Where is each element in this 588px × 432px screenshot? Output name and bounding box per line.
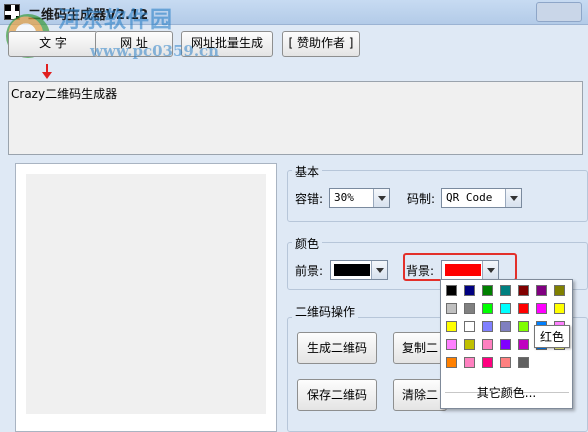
palette-color-cell[interactable]: [518, 321, 529, 332]
annotation-arrow-head: [42, 72, 52, 79]
qr-actions-title: 二维码操作: [292, 303, 359, 320]
clear-qr-button[interactable]: 清除二: [393, 379, 447, 411]
palette-color-cell[interactable]: [482, 339, 493, 350]
tolerance-label: 容错:: [295, 192, 324, 206]
tab-text[interactable]: 文 字: [8, 31, 98, 57]
palette-color-cell[interactable]: [482, 303, 493, 314]
palette-color-cell[interactable]: [482, 357, 493, 368]
palette-color-cell[interactable]: [518, 339, 529, 350]
palette-color-cell[interactable]: [446, 303, 457, 314]
palette-color-cell[interactable]: [518, 285, 529, 296]
code-type-select[interactable]: QR Code: [441, 188, 522, 208]
palette-color-cell[interactable]: [464, 303, 475, 314]
generate-qr-button[interactable]: 生成二维码: [297, 332, 377, 364]
qr-preview-area: [26, 174, 266, 414]
code-type-value: QR Code: [446, 191, 493, 204]
color-tooltip: 红色: [534, 325, 571, 348]
palette-color-cell[interactable]: [464, 339, 475, 350]
palette-color-cell[interactable]: [500, 303, 511, 314]
palette-color-cell[interactable]: [464, 321, 475, 332]
palette-color-cell[interactable]: [482, 321, 493, 332]
save-qr-button[interactable]: 保存二维码: [297, 379, 377, 411]
palette-color-cell[interactable]: [500, 285, 511, 296]
watermark-url: www.pc0359.cn: [90, 42, 220, 60]
chevron-down-icon[interactable]: [371, 261, 387, 279]
close-button[interactable]: [536, 2, 582, 22]
palette-color-cell[interactable]: [518, 303, 529, 314]
foreground-label: 前景:: [295, 264, 324, 278]
tolerance-value: 30%: [334, 191, 354, 204]
palette-color-cell[interactable]: [500, 321, 511, 332]
color-group-title: 颜色: [292, 235, 323, 252]
palette-color-cell[interactable]: [464, 285, 475, 296]
foreground-swatch: [334, 264, 370, 276]
code-type-label: 码制:: [407, 192, 436, 206]
watermark-text: 河东软件园: [58, 7, 174, 33]
palette-color-cell[interactable]: [536, 303, 547, 314]
palette-color-cell[interactable]: [500, 339, 511, 350]
palette-color-cell[interactable]: [446, 339, 457, 350]
annotation-highlight-box: [403, 253, 517, 281]
qr-preview-frame: [15, 163, 277, 432]
palette-color-cell[interactable]: [554, 303, 565, 314]
palette-color-cell[interactable]: [554, 285, 565, 296]
palette-color-cell[interactable]: [446, 357, 457, 368]
content-input[interactable]: Crazy二维码生成器: [8, 81, 583, 155]
chevron-down-icon[interactable]: [505, 189, 521, 207]
palette-color-cell[interactable]: [482, 285, 493, 296]
basic-group-title: 基本: [292, 163, 323, 180]
tolerance-select[interactable]: 30%: [329, 188, 390, 208]
more-colors-option[interactable]: 其它颜色...: [441, 384, 572, 401]
sponsor-button[interactable]: [ 赞助作者 ]: [282, 31, 360, 57]
copy-qr-button[interactable]: 复制二: [393, 332, 447, 364]
chevron-down-icon[interactable]: [373, 189, 389, 207]
palette-color-cell[interactable]: [518, 357, 529, 368]
palette-color-cell[interactable]: [464, 357, 475, 368]
palette-color-cell[interactable]: [446, 321, 457, 332]
foreground-color-picker[interactable]: [330, 260, 388, 280]
palette-color-cell[interactable]: [446, 285, 457, 296]
palette-color-cell[interactable]: [500, 357, 511, 368]
palette-color-cell[interactable]: [536, 285, 547, 296]
